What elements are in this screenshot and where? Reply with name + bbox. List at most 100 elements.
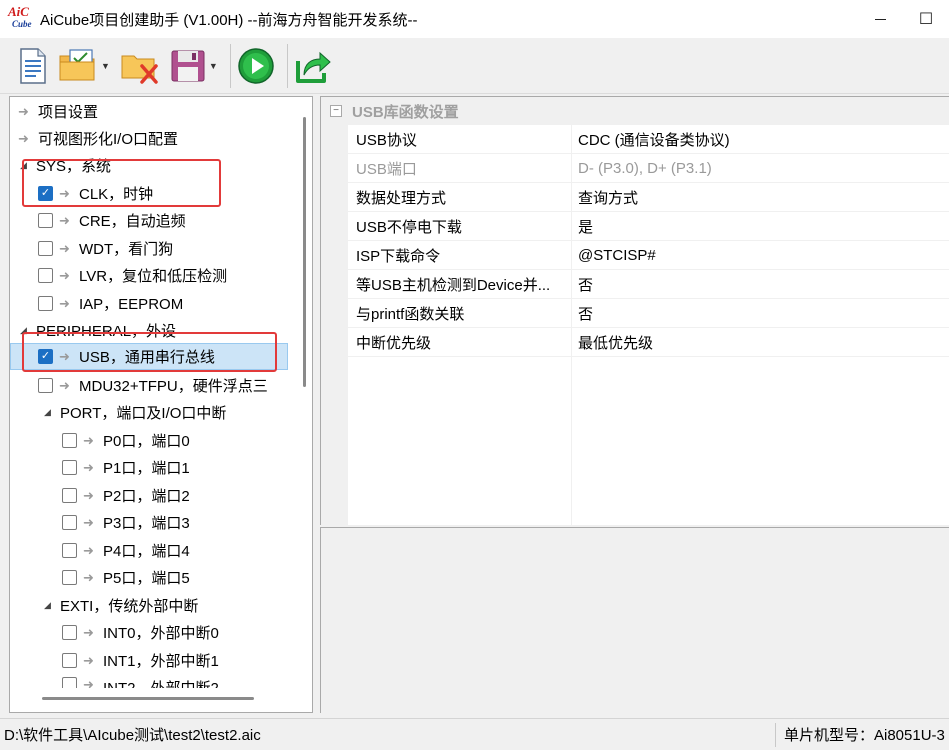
close-project-icon bbox=[121, 55, 158, 84]
tree-item-iap[interactable]: ➜ IAP，EEPROM bbox=[38, 290, 183, 317]
property-value[interactable]: 最低优先级 bbox=[572, 328, 949, 356]
property-name: USB协议 bbox=[348, 125, 572, 153]
arrow-right-icon: ➜ bbox=[18, 130, 29, 146]
clk-checkbox[interactable]: ✓ bbox=[38, 186, 53, 201]
p4-checkbox[interactable] bbox=[62, 543, 77, 558]
check-icon: ✓ bbox=[40, 187, 51, 199]
tree-item-p2[interactable]: ➜ P2口，端口2 bbox=[62, 482, 190, 509]
lvr-checkbox[interactable] bbox=[38, 268, 53, 283]
tree-node-port[interactable]: ◢ PORT，端口及I/O口中断 bbox=[44, 399, 226, 426]
expanded-icon[interactable]: ◢ bbox=[20, 325, 28, 336]
vertical-scroll-thumb[interactable] bbox=[303, 117, 306, 387]
run-icon bbox=[238, 47, 274, 84]
p1-checkbox[interactable] bbox=[62, 460, 77, 475]
check-icon: ✓ bbox=[40, 350, 51, 362]
expanded-icon[interactable]: ◢ bbox=[20, 160, 28, 171]
tree-item-label: PORT，端口及I/O口中断 bbox=[60, 405, 227, 422]
p0-checkbox[interactable] bbox=[62, 433, 77, 448]
property-value[interactable]: CDC (通信设备类协议) bbox=[572, 125, 949, 153]
tree-item-p4[interactable]: ➜ P4口，端口4 bbox=[62, 537, 190, 564]
tree-item-io-config[interactable]: ➜ 可视图形化I/O口配置 bbox=[18, 125, 178, 152]
property-row-wait-host[interactable]: 等USB主机检测到Device并... 否 bbox=[321, 270, 949, 299]
tree-node-exti[interactable]: ◢ EXTI，传统外部中断 bbox=[44, 592, 198, 619]
wdt-checkbox[interactable] bbox=[38, 241, 53, 256]
arrow-right-icon: ➜ bbox=[83, 432, 94, 448]
tree-item-p3[interactable]: ➜ P3口，端口3 bbox=[62, 509, 190, 536]
property-value[interactable]: 否 bbox=[572, 270, 949, 298]
arrow-right-icon: ➜ bbox=[83, 542, 94, 558]
tree-item-int2[interactable]: ➜ INT2，外部中断2 bbox=[62, 674, 219, 688]
tree-item-int0[interactable]: ➜ INT0，外部中断0 bbox=[62, 619, 219, 646]
tree-item-project-settings[interactable]: ➜ 项目设置 bbox=[18, 98, 98, 125]
expanded-icon[interactable]: ◢ bbox=[44, 407, 52, 418]
tree-item-label: INT1，外部中断1 bbox=[103, 653, 219, 670]
minimize-button[interactable] bbox=[857, 0, 903, 38]
save-button[interactable]: ▼ bbox=[170, 44, 218, 88]
int0-checkbox[interactable] bbox=[62, 625, 77, 640]
expanded-icon[interactable]: ◢ bbox=[44, 600, 52, 611]
tree-item-label: 项目设置 bbox=[38, 104, 99, 121]
tree-vertical-scrollbar[interactable] bbox=[294, 97, 312, 712]
tree-item-label: MDU32+TFPU，硬件浮点三 bbox=[79, 378, 268, 395]
category-label: USB库函数设置 bbox=[352, 103, 459, 121]
collapse-category-icon[interactable]: − bbox=[330, 105, 342, 117]
int2-checkbox[interactable] bbox=[62, 677, 77, 688]
save-dropdown-arrow-icon[interactable]: ▼ bbox=[209, 61, 218, 71]
peripheral-tree[interactable]: ➜ 项目设置 ➜ 可视图形化I/O口配置 ◢ SYS，系统 ✓ ➜ CLK，时钟… bbox=[9, 96, 313, 713]
horizontal-scroll-thumb[interactable] bbox=[42, 697, 254, 700]
open-project-icon bbox=[59, 48, 95, 80]
window-title: AiCube项目创建助手 (V1.00H) --前海方舟智能开发系统-- bbox=[40, 11, 418, 29]
tree-item-label: LVR，复位和低压检测 bbox=[79, 268, 228, 285]
tree-node-sys[interactable]: ◢ SYS，系统 bbox=[20, 152, 111, 179]
close-project-button[interactable] bbox=[120, 44, 160, 88]
tree-item-usb[interactable]: ✓ ➜ USB，通用串行总线 bbox=[10, 343, 288, 370]
arrow-right-icon: ➜ bbox=[59, 295, 70, 311]
cre-checkbox[interactable] bbox=[38, 213, 53, 228]
property-row-isp-command[interactable]: ISP下载命令 @STCISP# bbox=[321, 241, 949, 270]
property-value[interactable]: 查询方式 bbox=[572, 183, 949, 211]
property-grid-empty-area bbox=[321, 357, 949, 525]
property-row-printf[interactable]: 与printf函数关联 否 bbox=[321, 299, 949, 328]
status-separator bbox=[775, 722, 776, 747]
p2-checkbox[interactable] bbox=[62, 488, 77, 503]
iap-checkbox[interactable] bbox=[38, 296, 53, 311]
property-row-usb-protocol[interactable]: USB协议 CDC (通信设备类协议) bbox=[321, 125, 949, 154]
tree-item-clk[interactable]: ✓ ➜ CLK，时钟 bbox=[38, 180, 153, 207]
property-row-data-mode[interactable]: 数据处理方式 查询方式 bbox=[321, 183, 949, 212]
property-row-usb-download[interactable]: USB不停电下载 是 bbox=[321, 212, 949, 241]
mdu32-checkbox[interactable] bbox=[38, 378, 53, 393]
property-gutter bbox=[321, 328, 348, 356]
property-value[interactable]: 是 bbox=[572, 212, 949, 240]
open-project-button[interactable]: ▼ bbox=[58, 44, 110, 88]
tree-item-wdt[interactable]: ➜ WDT，看门狗 bbox=[38, 235, 173, 262]
property-value[interactable]: 否 bbox=[572, 299, 949, 327]
open-dropdown-arrow-icon[interactable]: ▼ bbox=[101, 61, 110, 71]
toolbar: ▼ ▼ bbox=[0, 38, 949, 94]
property-value: D- (P3.0), D+ (P3.1) bbox=[578, 159, 712, 177]
tree-node-peripheral[interactable]: ◢ PERIPHERAL，外设 bbox=[20, 317, 176, 344]
maximize-button[interactable]: ☐ bbox=[903, 0, 949, 38]
tree-item-p0[interactable]: ➜ P0口，端口0 bbox=[62, 427, 190, 454]
toolbar-separator bbox=[286, 43, 288, 88]
property-row-interrupt-priority[interactable]: 中断优先级 最低优先级 bbox=[321, 328, 949, 357]
new-document-button[interactable] bbox=[18, 44, 48, 88]
tree-item-label: CLK，时钟 bbox=[79, 186, 154, 203]
new-document-icon bbox=[20, 47, 46, 84]
usb-checkbox[interactable]: ✓ bbox=[38, 349, 53, 364]
p3-checkbox[interactable] bbox=[62, 515, 77, 530]
p5-checkbox[interactable] bbox=[62, 570, 77, 585]
run-button[interactable] bbox=[237, 44, 275, 88]
tree-item-lvr[interactable]: ➜ LVR，复位和低压检测 bbox=[38, 262, 227, 289]
tree-item-mdu32[interactable]: ➜ MDU32+TFPU，硬件浮点三 bbox=[38, 372, 268, 399]
int1-checkbox[interactable] bbox=[62, 653, 77, 668]
tree-item-int1[interactable]: ➜ INT1，外部中断1 bbox=[62, 647, 219, 674]
tree-item-cre[interactable]: ➜ CRE，自动追频 bbox=[38, 207, 186, 234]
property-gutter bbox=[321, 183, 348, 211]
tree-item-p1[interactable]: ➜ P1口，端口1 bbox=[62, 454, 190, 481]
property-value[interactable]: @STCISP# bbox=[572, 241, 949, 269]
export-button[interactable] bbox=[294, 44, 332, 88]
app-logo-icon: AiC Cube bbox=[8, 4, 32, 29]
property-gutter bbox=[321, 357, 348, 525]
tree-item-p5[interactable]: ➜ P5口，端口5 bbox=[62, 564, 190, 591]
tree-item-label: P4口，端口4 bbox=[103, 543, 190, 560]
